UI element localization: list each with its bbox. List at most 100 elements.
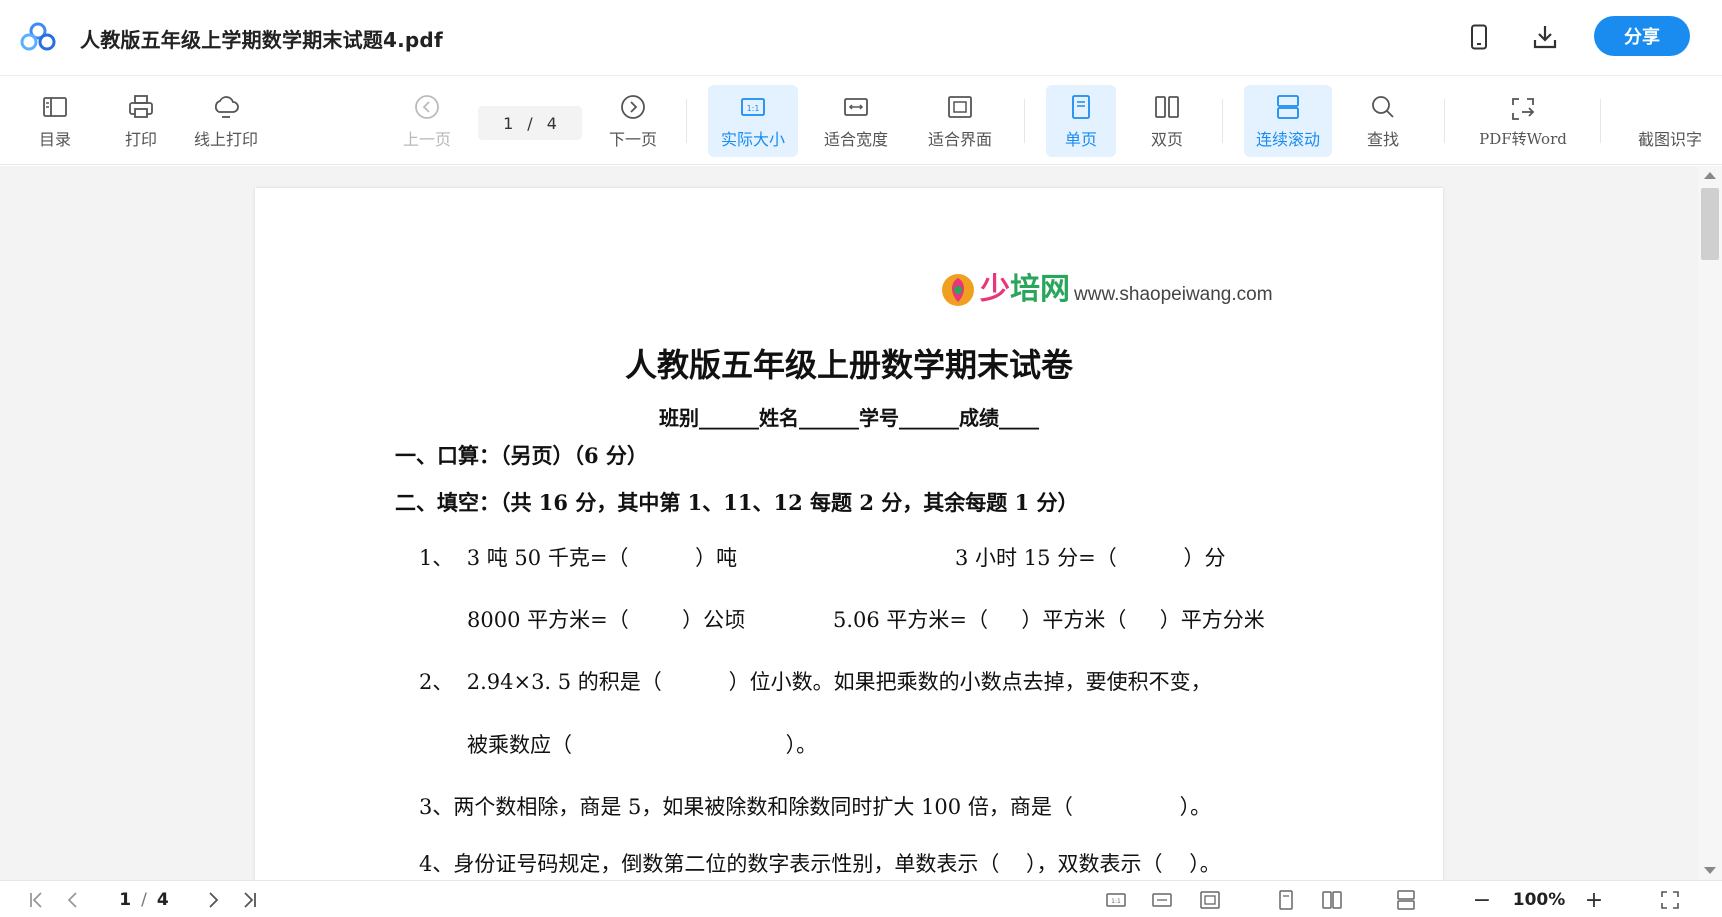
double-page-button[interactable]: 双页 bbox=[1134, 85, 1200, 157]
last-page-button[interactable] bbox=[236, 887, 262, 913]
student-info-line: 班别______姓名______学号______成绩____ bbox=[659, 406, 1039, 430]
zoom-out-button[interactable]: − bbox=[1470, 887, 1494, 913]
page-separator: / bbox=[527, 113, 533, 133]
cloud-print-icon bbox=[214, 96, 239, 118]
question-line: 3 小时 15 分=（ ）分 bbox=[955, 546, 1226, 570]
vertical-scrollbar[interactable] bbox=[1698, 166, 1722, 880]
actual-size-button[interactable]: 1:1 实际大小 bbox=[708, 85, 798, 157]
online-print-label: 线上打印 bbox=[193, 130, 258, 149]
search-icon bbox=[1372, 96, 1394, 118]
prev-page-button[interactable]: 上一页 bbox=[398, 85, 456, 157]
toolbar-divider bbox=[1222, 99, 1223, 143]
print-label: 打印 bbox=[124, 130, 157, 149]
brand-watermark: 少培网 www.shaopeiwang.com bbox=[940, 264, 1273, 308]
fit-page-icon bbox=[1200, 891, 1220, 909]
bottom-page-current: 1 bbox=[119, 890, 132, 910]
fit-width-icon bbox=[1152, 893, 1172, 907]
fit-page-icon bbox=[948, 96, 972, 118]
fullscreen-button[interactable] bbox=[1656, 887, 1684, 913]
first-page-icon bbox=[30, 892, 42, 908]
double-page-small-button[interactable] bbox=[1318, 887, 1346, 913]
section-heading: 二、填空：（共 16 分，其中第 1、11、12 每题 2 分，其余每题 1 分… bbox=[395, 490, 1079, 515]
question-line: 1、 3 吨 50 千克=（ ）吨 bbox=[419, 546, 738, 570]
convert-icon bbox=[1512, 97, 1535, 120]
brand-logo-icon bbox=[942, 274, 974, 306]
double-page-icon bbox=[1322, 891, 1342, 909]
mobile-view-button[interactable] bbox=[1464, 22, 1494, 52]
chevron-left-icon bbox=[67, 892, 77, 908]
share-button[interactable]: 分享 bbox=[1594, 16, 1690, 56]
question-line: 4、身份证号码规定，倒数第二位的数字表示性别，单数表示（ ），双数表示（ ）。 bbox=[419, 852, 1221, 876]
actual-size-icon: 1:1 bbox=[1106, 893, 1126, 907]
toolbar-divider bbox=[1024, 99, 1025, 143]
scroll-up-arrow-icon[interactable] bbox=[1704, 172, 1716, 179]
fit-page-button[interactable]: 适合界面 bbox=[918, 85, 1002, 157]
continuous-scroll-icon bbox=[1277, 95, 1299, 119]
online-print-button[interactable]: 线上打印 bbox=[186, 85, 266, 157]
brand-name: 少培网 bbox=[980, 264, 1070, 308]
toc-icon bbox=[43, 97, 67, 117]
prev-page-small-button[interactable] bbox=[60, 887, 86, 913]
zoom-level[interactable]: 100% bbox=[1504, 887, 1574, 913]
fullscreen-icon bbox=[1661, 891, 1679, 909]
pdf-to-word-button[interactable]: PDF转Word bbox=[1470, 85, 1576, 157]
fit-page-label: 适合界面 bbox=[927, 130, 992, 149]
continuous-scroll-label: 连续滚动 bbox=[1255, 130, 1320, 149]
chevron-right-circle-icon bbox=[621, 95, 645, 119]
ocr-label: 截图识字 bbox=[1637, 130, 1702, 149]
toc-button[interactable]: 目录 bbox=[30, 85, 80, 157]
download-icon bbox=[1533, 26, 1557, 49]
mobile-icon bbox=[1471, 24, 1487, 50]
pdf-page: 少培网 www.shaopeiwang.com 人教版五年级上册数学期末试卷 班… bbox=[255, 188, 1443, 880]
chevron-right-icon bbox=[209, 892, 219, 908]
single-page-small-button[interactable] bbox=[1272, 887, 1300, 913]
fit-width-button[interactable]: 适合宽度 bbox=[814, 85, 898, 157]
download-button[interactable] bbox=[1530, 22, 1560, 52]
prev-page-label: 上一页 bbox=[402, 130, 451, 149]
scrollbar-thumb[interactable] bbox=[1701, 188, 1719, 260]
zoom-in-button[interactable]: + bbox=[1582, 887, 1606, 913]
page-number-input[interactable]: 1 / 4 bbox=[478, 106, 582, 140]
single-page-button[interactable]: 单页 bbox=[1046, 85, 1116, 157]
fit-width-icon bbox=[844, 98, 868, 116]
question-line: 8000 平方米=（ ）公顷 bbox=[467, 608, 746, 632]
next-page-label: 下一页 bbox=[608, 130, 657, 149]
question-line: 5.06 平方米=（ ）平方米（ ）平方分米 bbox=[833, 608, 1265, 632]
toc-label: 目录 bbox=[38, 130, 71, 149]
printer-icon bbox=[129, 95, 153, 118]
bottom-bar: 1 / 4 1:1 − 100% + bbox=[0, 880, 1722, 917]
fit-width-small-button[interactable] bbox=[1148, 887, 1176, 913]
single-page-icon bbox=[1279, 890, 1293, 910]
question-line: 被乘数应（ ）。 bbox=[467, 733, 818, 757]
bottom-page-separator: / bbox=[141, 890, 147, 910]
print-button[interactable]: 打印 bbox=[116, 85, 166, 157]
ocr-button[interactable]: 截图识字 bbox=[1628, 85, 1712, 157]
single-page-label: 单页 bbox=[1064, 130, 1097, 149]
brand-url: www.shaopeiwang.com bbox=[1074, 284, 1273, 305]
page-current: 1 bbox=[503, 113, 514, 133]
actual-size-small-button[interactable]: 1:1 bbox=[1102, 887, 1130, 913]
first-page-button[interactable] bbox=[24, 887, 50, 913]
pdf-to-word-label: PDF转Word bbox=[1479, 129, 1567, 148]
document-viewer[interactable]: 少培网 www.shaopeiwang.com 人教版五年级上册数学期末试卷 班… bbox=[0, 166, 1722, 880]
scroll-down-arrow-icon[interactable] bbox=[1704, 867, 1716, 874]
continuous-scroll-button[interactable]: 连续滚动 bbox=[1244, 85, 1332, 157]
page-total: 4 bbox=[546, 113, 557, 133]
double-page-icon bbox=[1155, 96, 1179, 118]
section-heading: 一、口算：（另页）（6 分） bbox=[395, 443, 648, 468]
toolbar-divider bbox=[1600, 99, 1601, 143]
fit-page-small-button[interactable] bbox=[1196, 887, 1224, 913]
actual-size-icon: 1:1 bbox=[741, 98, 765, 116]
toolbar: 目录 打印 线上打印 上一页 下一页 1:1 实际大小 适合宽度 适合界面 单页… bbox=[0, 77, 1722, 165]
title-bar: 人教版五年级上学期数学期末试题4.pdf 分享 bbox=[0, 0, 1722, 76]
next-page-button[interactable]: 下一页 bbox=[604, 85, 662, 157]
bottom-page-total: 4 bbox=[156, 890, 169, 910]
next-page-small-button[interactable] bbox=[200, 887, 226, 913]
question-line: 3、两个数相除，商是 5，如果被除数和除数同时扩大 100 倍，商是（ ）。 bbox=[419, 795, 1212, 819]
fit-width-label: 适合宽度 bbox=[823, 130, 888, 149]
question-line: 2、 2.94×3. 5 的积是（ ）位小数。如果把乘数的小数点去掉，要使积不变… bbox=[419, 670, 1212, 694]
search-button[interactable]: 查找 bbox=[1352, 85, 1414, 157]
continuous-scroll-small-button[interactable] bbox=[1392, 887, 1420, 913]
search-label: 查找 bbox=[1366, 130, 1399, 149]
toolbar-divider bbox=[1444, 99, 1445, 143]
